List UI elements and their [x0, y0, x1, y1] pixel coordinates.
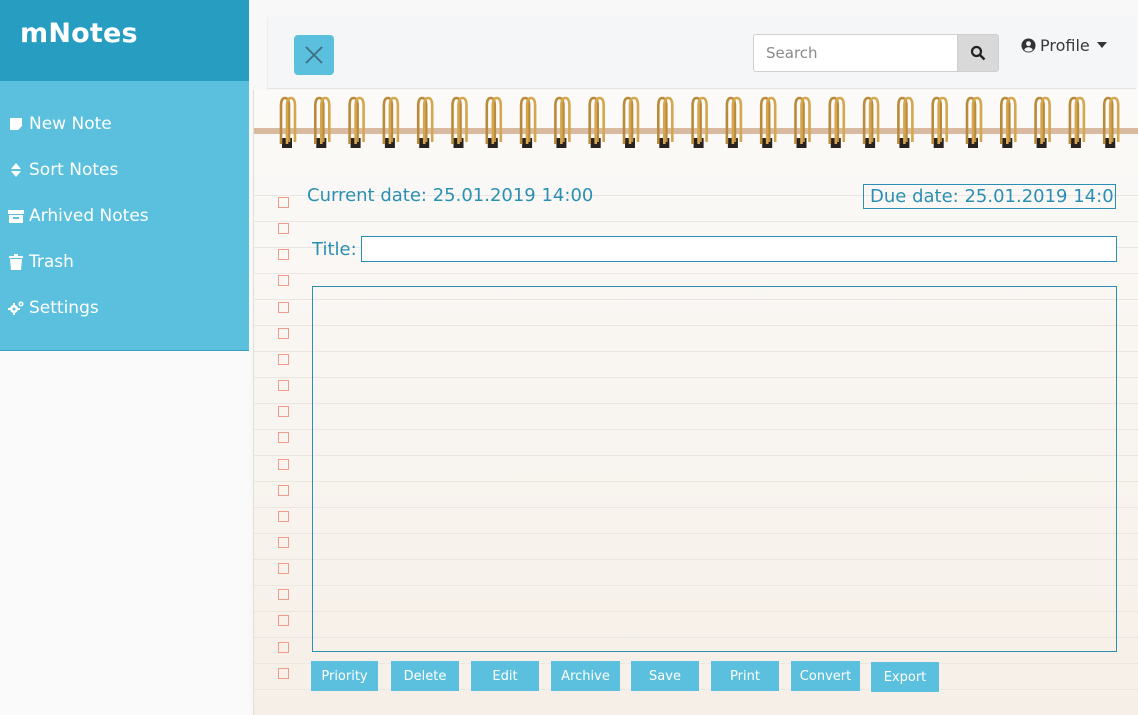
spiral-ring — [348, 96, 365, 148]
trash-icon — [8, 254, 24, 270]
sidebar-item-label: Trash — [29, 252, 74, 272]
profile-label: Profile — [1040, 35, 1090, 55]
export-button[interactable]: Export — [871, 662, 939, 692]
close-button[interactable] — [294, 35, 334, 75]
margin-checkbox[interactable] — [278, 484, 289, 496]
sidebar: mNotes New Note Sort Notes Arhived Notes… — [0, 0, 249, 715]
title-label: Title: — [312, 239, 357, 260]
spiral-ring — [622, 96, 640, 148]
margin-checkbox[interactable] — [278, 536, 289, 548]
margin-checkbox[interactable] — [278, 249, 289, 261]
sidebar-item-label: Settings — [29, 298, 99, 318]
margin-checkbox[interactable] — [278, 458, 289, 470]
spiral-ring — [1034, 96, 1051, 148]
margin-checkbox[interactable] — [278, 667, 289, 679]
convert-button[interactable]: Convert — [791, 661, 860, 691]
margin-checkbox[interactable] — [278, 327, 289, 339]
sidebar-item-archived-notes[interactable]: Arhived Notes — [8, 201, 149, 231]
sidebar-item-label: Arhived Notes — [29, 206, 149, 226]
spiral-ring — [519, 96, 537, 148]
margin-checkbox[interactable] — [278, 589, 289, 601]
spiral-ring — [451, 96, 468, 148]
sidebar-item-label: New Note — [29, 114, 112, 134]
margin-checkbox[interactable] — [278, 432, 289, 444]
spiral-ring — [657, 96, 674, 148]
spiral-ring — [725, 96, 743, 148]
close-icon — [303, 44, 325, 66]
spiral-ring — [759, 96, 777, 148]
archive-icon — [8, 208, 24, 224]
current-date-label: Current date: 25.01.2019 14:00 — [307, 185, 594, 206]
margin-checkbox[interactable] — [278, 197, 289, 208]
spiral-ring — [554, 96, 571, 148]
spiral-ring — [485, 96, 503, 148]
brand-header: mNotes — [0, 0, 249, 81]
spiral-ring — [862, 96, 880, 148]
margin-checkbox[interactable] — [278, 275, 289, 287]
note-body-textarea[interactable] — [312, 286, 1117, 652]
save-button[interactable]: Save — [631, 661, 699, 691]
spiral-ring — [1068, 96, 1086, 148]
spiral-ring — [965, 96, 983, 148]
sidebar-item-label: Sort Notes — [29, 160, 119, 180]
search-icon — [970, 45, 986, 61]
spiral-ring — [828, 96, 846, 148]
print-button[interactable]: Print — [711, 661, 779, 691]
spiral-ring — [1102, 96, 1120, 148]
sidebar-item-settings[interactable]: Settings — [8, 293, 99, 323]
spiral-ring — [382, 96, 400, 148]
margin-checkbox[interactable] — [278, 301, 289, 313]
sidebar-item-new-note[interactable]: New Note — [8, 109, 112, 139]
search-button[interactable] — [957, 34, 999, 72]
priority-button[interactable]: Priority — [311, 661, 378, 691]
cogs-icon — [8, 300, 24, 316]
top-navbar — [267, 17, 1136, 89]
spiral-ring — [279, 96, 297, 148]
edit-button[interactable]: Edit — [471, 661, 539, 691]
title-input[interactable] — [361, 236, 1117, 262]
delete-button[interactable]: Delete — [391, 661, 459, 691]
user-circle-icon — [1021, 37, 1036, 53]
spiral-ring — [897, 96, 914, 148]
margin-checkbox[interactable] — [278, 406, 289, 418]
margin-checkbox[interactable] — [278, 641, 289, 653]
sidebar-item-sort-notes[interactable]: Sort Notes — [8, 155, 118, 185]
spiral-ring — [1000, 96, 1017, 148]
sort-icon — [8, 162, 24, 178]
margin-checkbox[interactable] — [278, 510, 289, 522]
spiral-ring — [794, 96, 811, 148]
profile-dropdown[interactable]: Profile — [1021, 34, 1107, 56]
margin-checkbox[interactable] — [278, 353, 289, 365]
margin-checkbox[interactable] — [278, 380, 289, 392]
sidebar-menu: New Note Sort Notes Arhived Notes Trash … — [0, 81, 249, 351]
sticky-note-icon — [8, 116, 24, 132]
spiral-ring — [588, 96, 605, 148]
spiral-ring — [931, 96, 948, 148]
margin-checkbox[interactable] — [278, 563, 289, 575]
archive-button[interactable]: Archive — [551, 661, 620, 691]
margin-checkbox[interactable] — [278, 223, 289, 235]
spiral-binding — [254, 96, 1138, 148]
caret-down-icon — [1096, 42, 1107, 48]
sidebar-item-trash[interactable]: Trash — [8, 247, 74, 277]
margin-checkbox[interactable] — [278, 615, 289, 627]
app-title[interactable]: mNotes — [20, 18, 138, 49]
due-date-field[interactable]: Due date: 25.01.2019 14:00 — [863, 184, 1116, 209]
spiral-ring — [416, 96, 434, 148]
spiral-ring — [691, 96, 708, 148]
search-input[interactable] — [753, 34, 958, 72]
spiral-ring — [314, 96, 331, 148]
